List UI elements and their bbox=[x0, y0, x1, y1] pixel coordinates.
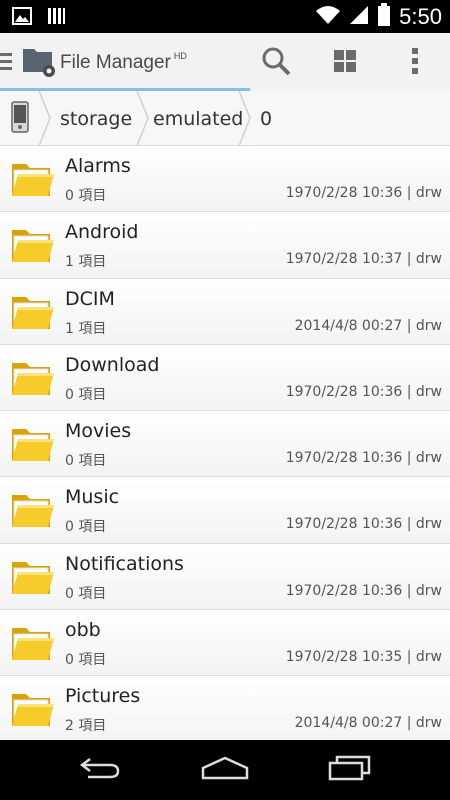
navigation-bar bbox=[0, 740, 450, 800]
list-item[interactable]: Android 1 項目 1970/2/28 10:37 | drw bbox=[0, 212, 450, 279]
drawer-menu-icon[interactable] bbox=[0, 53, 12, 74]
list-item[interactable]: Notifications 0 項目 1970/2/28 10:36 | drw bbox=[0, 543, 450, 611]
wifi-icon bbox=[315, 5, 341, 29]
folder-meta: 1970/2/28 10:36 | drw bbox=[285, 383, 442, 400]
back-button[interactable] bbox=[70, 752, 130, 788]
folder-meta: 2014/4/8 00:27 | drw bbox=[294, 715, 442, 732]
folder-name: Download bbox=[65, 353, 160, 376]
folder-name: DCIM bbox=[65, 287, 115, 310]
back-icon bbox=[78, 756, 122, 784]
list-item[interactable]: Movies 0 項目 1970/2/28 10:36 | drw bbox=[0, 411, 450, 478]
action-bar: File Manager HD bbox=[0, 33, 450, 91]
list-item[interactable]: DCIM 1 項目 2014/4/8 00:27 | drw bbox=[0, 278, 450, 345]
app-logo-icon[interactable] bbox=[22, 45, 58, 83]
folder-icon bbox=[10, 554, 56, 604]
list-item[interactable]: Alarms 0 項目 1970/2/28 10:36 | drw bbox=[0, 146, 450, 213]
app-title: File Manager HD bbox=[60, 51, 187, 73]
crumb-separator-icon bbox=[238, 91, 251, 146]
folder-meta: 2014/4/8 00:27 | drw bbox=[294, 317, 442, 334]
item-count: 0 項目 bbox=[65, 386, 107, 403]
folder-meta: 1970/2/28 10:37 | drw bbox=[285, 251, 442, 268]
folder-icon bbox=[10, 620, 56, 670]
status-bar: 5:50 bbox=[0, 0, 450, 33]
file-list: Alarms 0 項目 1970/2/28 10:36 | drw Androi… bbox=[0, 146, 450, 740]
battery-icon bbox=[377, 3, 391, 31]
folder-name: Notifications bbox=[65, 552, 184, 575]
folder-name: Movies bbox=[65, 420, 132, 443]
folder-meta: 1970/2/28 10:35 | drw bbox=[285, 649, 442, 666]
search-icon bbox=[261, 46, 291, 80]
recents-button[interactable] bbox=[320, 752, 380, 788]
overflow-menu-button[interactable] bbox=[395, 43, 435, 83]
item-count: 1 項目 bbox=[65, 254, 107, 271]
item-count: 0 項目 bbox=[65, 453, 107, 470]
recents-icon bbox=[327, 755, 373, 785]
folder-meta: 1970/2/28 10:36 | drw bbox=[285, 450, 442, 467]
image-icon bbox=[12, 6, 32, 30]
grid-view-icon bbox=[333, 49, 357, 77]
phone-icon bbox=[11, 100, 29, 137]
item-count: 0 項目 bbox=[65, 585, 107, 602]
crumb-emulated[interactable]: emulated bbox=[153, 91, 243, 146]
folder-icon bbox=[10, 355, 56, 405]
list-item[interactable]: Pictures 2 項目 2014/4/8 00:27 | drw bbox=[0, 676, 450, 740]
item-count: 2 項目 bbox=[65, 718, 107, 735]
crumb-0[interactable]: 0 bbox=[260, 91, 272, 146]
item-count: 1 項目 bbox=[65, 320, 107, 337]
folder-icon bbox=[10, 686, 56, 736]
crumb-separator-icon bbox=[136, 91, 149, 146]
folder-meta: 1970/2/28 10:36 | drw bbox=[285, 185, 442, 201]
folder-icon bbox=[10, 289, 56, 339]
folder-name: Pictures bbox=[65, 685, 141, 708]
list-item[interactable]: Music 0 項目 1970/2/28 10:36 | drw bbox=[0, 477, 450, 544]
crumb-storage[interactable]: storage bbox=[60, 91, 132, 146]
status-time: 5:50 bbox=[399, 4, 442, 29]
folder-name: Alarms bbox=[65, 155, 131, 177]
folder-icon bbox=[10, 156, 56, 206]
home-button[interactable] bbox=[195, 752, 255, 788]
item-count: 0 項目 bbox=[65, 652, 107, 669]
home-icon bbox=[200, 756, 250, 784]
folder-meta: 1970/2/28 10:36 | drw bbox=[285, 516, 442, 533]
folder-name: obb bbox=[65, 619, 101, 642]
folder-name: Music bbox=[65, 486, 120, 509]
list-item[interactable]: Download 0 項目 1970/2/28 10:36 | drw bbox=[0, 344, 450, 412]
crumb-separator-icon bbox=[38, 91, 51, 146]
search-button[interactable] bbox=[256, 43, 296, 83]
device-root-button[interactable] bbox=[0, 91, 40, 146]
item-count: 0 項目 bbox=[65, 519, 107, 536]
breadcrumb: storage emulated 0 bbox=[0, 91, 450, 146]
folder-icon bbox=[10, 487, 56, 537]
overflow-menu-icon bbox=[411, 47, 419, 79]
folder-icon bbox=[10, 222, 56, 272]
grid-view-button[interactable] bbox=[325, 43, 365, 83]
folder-name: Android bbox=[65, 221, 139, 244]
list-item[interactable]: obb 0 項目 1970/2/28 10:35 | drw bbox=[0, 610, 450, 677]
item-count: 0 項目 bbox=[65, 188, 107, 204]
folder-icon bbox=[10, 421, 56, 471]
folder-meta: 1970/2/28 10:36 | drw bbox=[285, 582, 442, 599]
signal-icon bbox=[349, 5, 369, 29]
sim-bars-icon bbox=[46, 6, 66, 30]
